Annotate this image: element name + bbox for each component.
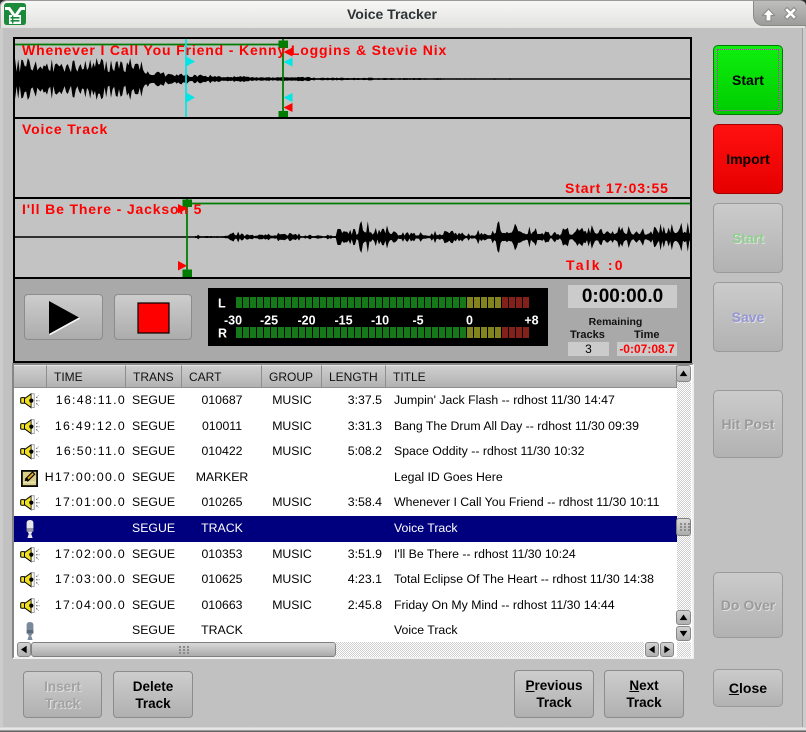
svg-text:R: R xyxy=(218,327,227,341)
svg-text:-15: -15 xyxy=(334,314,352,328)
svg-text:-10: -10 xyxy=(371,314,389,328)
svg-text:-5: -5 xyxy=(412,314,423,328)
svg-text:-25: -25 xyxy=(260,314,278,328)
svg-text:L: L xyxy=(218,297,226,311)
svg-text:+8: +8 xyxy=(524,314,538,328)
svg-text:-20: -20 xyxy=(297,314,315,328)
svg-text:-30: -30 xyxy=(224,314,242,328)
svg-text:0: 0 xyxy=(466,314,473,328)
